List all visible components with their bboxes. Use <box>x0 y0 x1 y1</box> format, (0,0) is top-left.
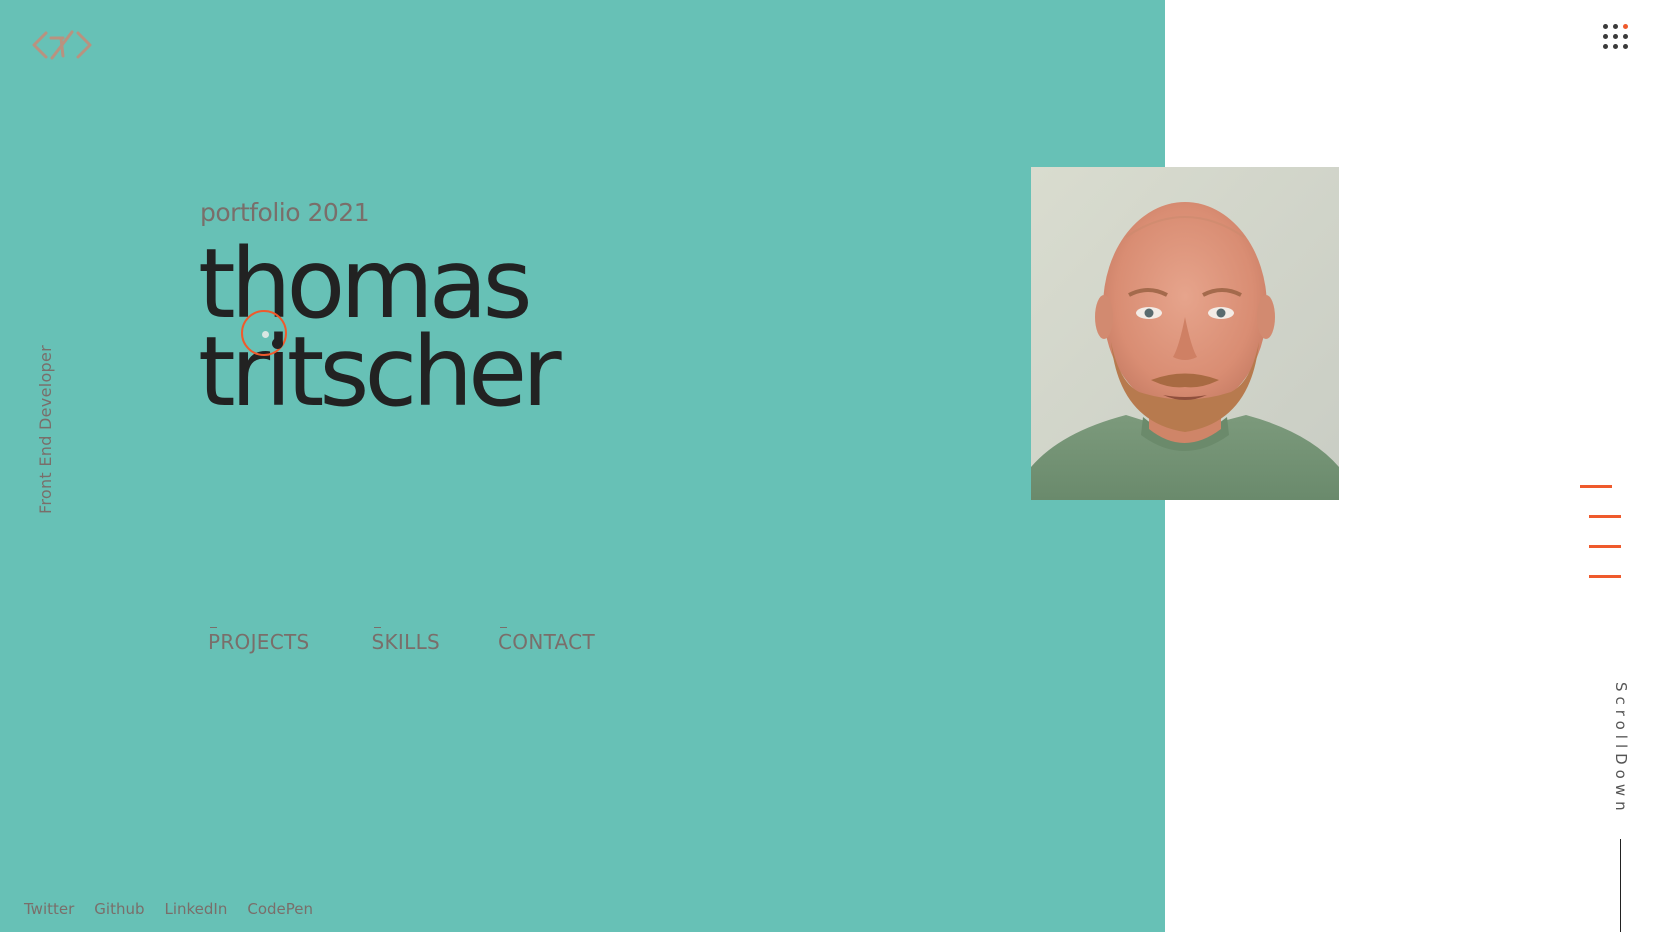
nav-link-label: PROJECTS <box>208 630 310 654</box>
code-brackets-tt-logo-icon[interactable] <box>32 28 92 62</box>
social-links: Twitter Github LinkedIn CodePen <box>24 900 333 918</box>
codepen-link[interactable]: CodePen <box>247 900 313 918</box>
custom-cursor-dot <box>262 331 269 338</box>
section-indicator-line[interactable] <box>1580 485 1612 488</box>
nav-link-contact[interactable]: CONTACT <box>498 627 595 654</box>
section-indicator-line[interactable] <box>1589 515 1621 518</box>
custom-cursor-pointer <box>272 338 283 349</box>
nav-link-projects[interactable]: PROJECTS <box>208 627 310 654</box>
nav-link-label: SKILLS <box>371 630 441 654</box>
profile-photo <box>1031 167 1339 500</box>
grid-menu-icon[interactable] <box>1603 24 1631 52</box>
role-label: Front End Developer <box>36 344 55 514</box>
page: portfolio 2021 thomas tritscher Front En… <box>0 0 1658 932</box>
github-link[interactable]: Github <box>94 900 144 918</box>
section-indicator-line[interactable] <box>1589 575 1621 578</box>
nav-marker <box>500 627 508 628</box>
nav-marker <box>373 627 381 628</box>
hero-panel <box>0 0 1165 932</box>
section-indicator-line[interactable] <box>1589 545 1621 548</box>
scroll-down-label: ScrollDown <box>1612 682 1630 816</box>
nav-link-label: CONTACT <box>498 630 595 654</box>
scroll-down-line <box>1620 839 1621 932</box>
nav-marker <box>210 627 217 628</box>
twitter-link[interactable]: Twitter <box>24 900 74 918</box>
nav-link-skills[interactable]: SKILLS <box>371 627 441 654</box>
section-indicator <box>1580 485 1621 585</box>
linkedin-link[interactable]: LinkedIn <box>165 900 228 918</box>
portfolio-tagline: portfolio 2021 <box>200 198 370 227</box>
main-nav: PROJECTS SKILLS CONTACT <box>208 627 595 654</box>
